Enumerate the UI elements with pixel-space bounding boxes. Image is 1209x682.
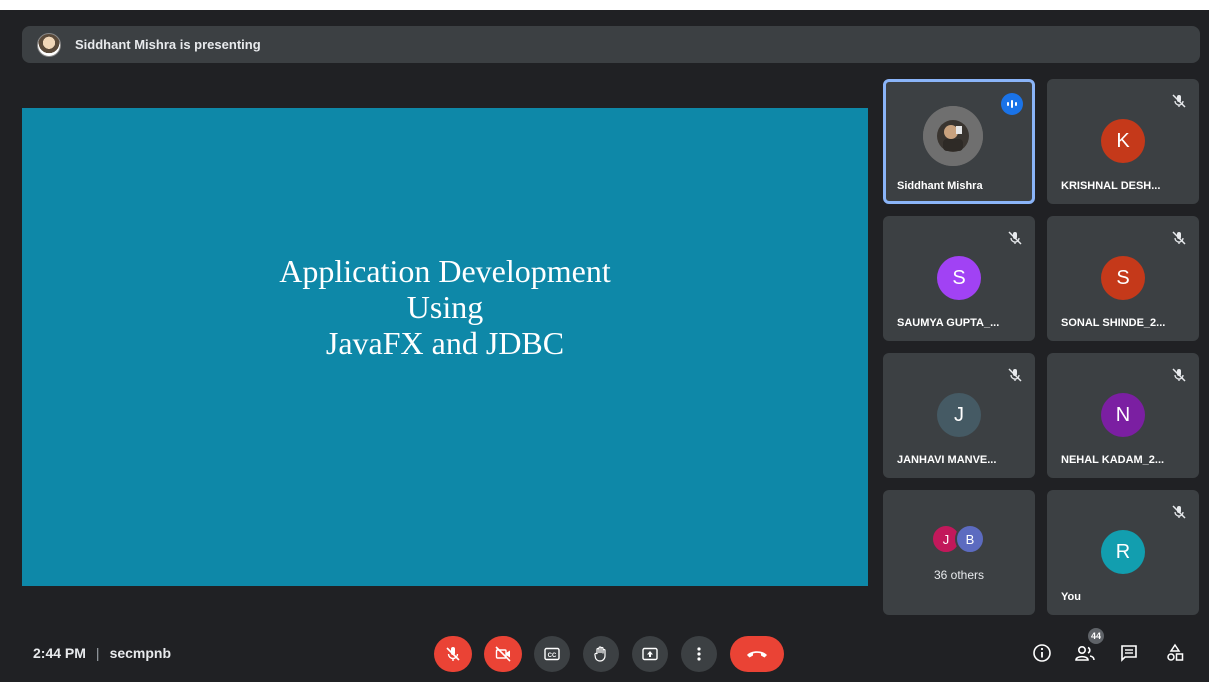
avatar: J bbox=[937, 393, 981, 437]
meeting-time: 2:44 PM bbox=[33, 645, 86, 661]
present-now-button[interactable] bbox=[632, 636, 668, 672]
call-controls-bar: 2:44 PM | secmpnb CC bbox=[0, 620, 1209, 682]
participant-name: JANHAVI MANVE... bbox=[897, 454, 997, 466]
participant-name: NEHAL KADAM_2... bbox=[1061, 454, 1165, 466]
presenting-banner: Siddhant Mishra is presenting bbox=[22, 26, 1200, 63]
others-avatar-stack: J B bbox=[931, 524, 991, 556]
raise-hand-button[interactable] bbox=[583, 636, 619, 672]
chat-button[interactable] bbox=[1117, 641, 1141, 665]
people-button[interactable] bbox=[1073, 641, 1097, 665]
meeting-details-button[interactable] bbox=[1030, 641, 1054, 665]
avatar-initial: S bbox=[1116, 266, 1130, 289]
presenter-avatar bbox=[37, 32, 61, 57]
participant-name: KRISHNAL DESH... bbox=[1061, 180, 1161, 192]
participant-tile-janhavi[interactable]: J JANHAVI MANVE... bbox=[883, 353, 1035, 478]
participant-name: You bbox=[1061, 591, 1081, 603]
participant-name: SAUMYA GUPTA_... bbox=[897, 317, 1000, 329]
captions-icon: CC bbox=[544, 647, 560, 661]
slide-title: Application Development Using JavaFX and… bbox=[279, 253, 610, 361]
others-tile[interactable]: J B 36 others bbox=[883, 490, 1035, 615]
avatar-initial: S bbox=[952, 266, 966, 289]
svg-text:CC: CC bbox=[548, 653, 557, 659]
participant-tile-siddhant[interactable]: Siddhant Mishra bbox=[883, 79, 1035, 204]
participant-name: SONAL SHINDE_2... bbox=[1061, 317, 1166, 329]
more-options-icon bbox=[697, 647, 701, 661]
mic-muted-icon bbox=[1172, 231, 1186, 245]
activities-button[interactable] bbox=[1163, 641, 1187, 665]
others-count-label: 36 others bbox=[933, 568, 985, 582]
slide-line-1: Application Development bbox=[279, 253, 611, 289]
activities-icon bbox=[1167, 643, 1184, 661]
avatar-photo bbox=[923, 106, 983, 166]
chat-icon bbox=[1121, 645, 1137, 662]
presenting-text: Siddhant Mishra is presenting bbox=[75, 37, 261, 52]
participant-tile-nehal[interactable]: N NEHAL KADAM_2... bbox=[1047, 353, 1199, 478]
avatar-initial: K bbox=[1116, 129, 1130, 152]
window-top-border bbox=[0, 0, 1209, 10]
microphone-toggle-button[interactable] bbox=[434, 636, 472, 672]
leave-call-icon bbox=[747, 651, 767, 658]
avatar-initial: R bbox=[1115, 540, 1131, 563]
shared-screen-slide[interactable]: Application Development Using JavaFX and… bbox=[22, 108, 868, 586]
mic-off-icon bbox=[446, 647, 460, 661]
participant-tile-saumya[interactable]: S SAUMYA GUPTA_... bbox=[883, 216, 1035, 341]
people-icon bbox=[1075, 645, 1095, 661]
mic-muted-icon bbox=[1172, 368, 1186, 382]
raise-hand-icon bbox=[594, 646, 606, 662]
avatar-initial: N bbox=[1115, 403, 1131, 426]
camera-off-icon bbox=[495, 646, 511, 662]
mic-muted-icon bbox=[1172, 94, 1186, 108]
speaking-indicator-icon bbox=[1001, 93, 1023, 115]
mic-muted-icon bbox=[1172, 505, 1186, 519]
avatar: R bbox=[1101, 530, 1145, 574]
avatar: S bbox=[1101, 256, 1145, 300]
avatar: B bbox=[955, 524, 985, 554]
avatar-initial: J bbox=[954, 403, 964, 426]
more-options-button[interactable] bbox=[681, 636, 717, 672]
separator: | bbox=[95, 645, 100, 661]
avatar-initial: B bbox=[965, 531, 975, 547]
leave-call-button[interactable] bbox=[730, 636, 784, 672]
avatar: K bbox=[1101, 119, 1145, 163]
meeting-code[interactable]: secmpnb bbox=[110, 645, 171, 661]
people-count-badge: 44 bbox=[1088, 628, 1104, 644]
info-icon bbox=[1033, 644, 1051, 662]
captions-button[interactable]: CC bbox=[534, 636, 570, 672]
present-icon bbox=[642, 647, 658, 661]
avatar: S bbox=[937, 256, 981, 300]
mic-muted-icon bbox=[1008, 368, 1022, 382]
avatar: N bbox=[1101, 393, 1145, 437]
camera-toggle-button[interactable] bbox=[484, 636, 522, 672]
avatar-initial: J bbox=[942, 531, 950, 547]
meeting-details: 2:44 PM | secmpnb bbox=[33, 645, 171, 661]
participant-tile-you[interactable]: R You bbox=[1047, 490, 1199, 615]
participant-name: Siddhant Mishra bbox=[897, 180, 983, 192]
mic-muted-icon bbox=[1008, 231, 1022, 245]
slide-line-3: JavaFX and JDBC bbox=[325, 325, 565, 361]
participant-tile-sonal[interactable]: S SONAL SHINDE_2... bbox=[1047, 216, 1199, 341]
participant-tile-krishnal[interactable]: K KRISHNAL DESH... bbox=[1047, 79, 1199, 204]
slide-line-2: Using bbox=[406, 289, 484, 325]
